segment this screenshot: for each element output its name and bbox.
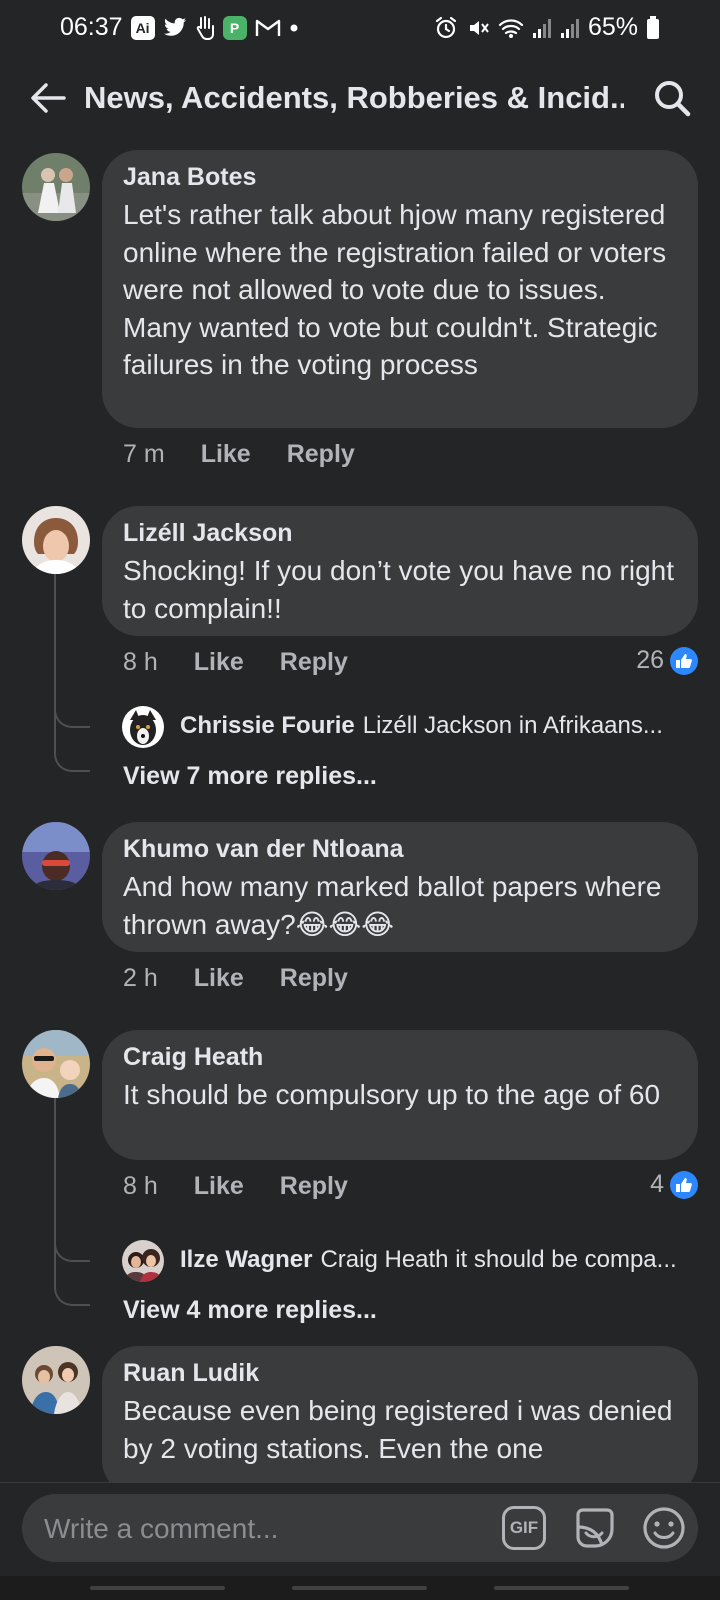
reply-preview[interactable]: Ilze Wagner Craig Heath it should be comp…	[180, 1246, 700, 1274]
thumbs-up-icon	[670, 1170, 698, 1199]
emoji-icon[interactable]	[642, 1506, 686, 1550]
thread-line	[54, 1098, 56, 1284]
thread-branch	[54, 750, 90, 772]
system-nav-bar	[0, 1576, 720, 1600]
nav-back-handle[interactable]	[494, 1586, 629, 1590]
reply-author[interactable]: Ilze Wagner	[180, 1246, 312, 1273]
comment-time[interactable]: 8 h	[123, 648, 158, 677]
thread-branch	[54, 1284, 90, 1306]
thumbs-up-icon	[670, 646, 698, 675]
comment-bubble[interactable]: Jana Botes Let's rather talk about hjow …	[102, 150, 698, 428]
comments-screen: 06:37 Ai P 65% News, Accidents, Robberie…	[0, 0, 720, 1600]
ai-icon: Ai	[130, 15, 155, 40]
reply-preview[interactable]: Chrissie Fourie Lizéll Jackson in Afrikaa…	[180, 712, 700, 740]
gmail-icon	[255, 18, 281, 38]
comment-actions: 7 m Like Reply	[123, 440, 391, 469]
laughing-emoji: 😂😂😂	[295, 908, 394, 940]
sticker-icon[interactable]	[572, 1505, 618, 1551]
comment-bubble[interactable]: Khumo van der Ntloana And how many marke…	[102, 822, 698, 952]
reaction-count[interactable]: 4	[650, 1170, 698, 1199]
battery-icon	[646, 15, 660, 40]
comment-actions: 8 h Like Reply	[123, 1172, 384, 1201]
comment-text: Shocking! If you don’t vote you have no …	[123, 555, 675, 624]
reply-text: Craig Heath it should be compa...	[320, 1246, 677, 1273]
page-title: News, Accidents, Robberies & Incid...	[84, 80, 624, 115]
comment-time[interactable]: 2 h	[123, 964, 158, 993]
reply-button[interactable]: Reply	[287, 440, 355, 469]
avatar[interactable]	[22, 506, 90, 574]
reply-button[interactable]: Reply	[280, 1172, 348, 1201]
reply-avatar[interactable]	[122, 1240, 164, 1282]
mute-icon	[466, 16, 490, 40]
comment-actions: 2 h Like Reply	[123, 964, 384, 993]
like-button[interactable]: Like	[201, 440, 251, 469]
comment-author[interactable]: Lizéll Jackson	[123, 518, 678, 548]
view-more-replies[interactable]: View 4 more replies...	[123, 1296, 377, 1325]
reaction-count-number: 26	[636, 646, 664, 674]
comment-time[interactable]: 7 m	[123, 440, 165, 469]
like-button[interactable]: Like	[194, 964, 244, 993]
reply-avatar[interactable]	[122, 706, 164, 748]
comment-bubble[interactable]: Ruan Ludik Because even being registered…	[102, 1346, 698, 1496]
status-bar: 06:37 Ai P 65%	[0, 0, 720, 55]
pushbullet-icon: P	[222, 15, 247, 40]
comment-author[interactable]: Khumo van der Ntloana	[123, 834, 678, 864]
reaction-count[interactable]: 26	[636, 646, 698, 675]
nav-home-handle[interactable]	[292, 1586, 427, 1590]
battery-percent: 65%	[587, 13, 638, 41]
avatar[interactable]	[22, 822, 90, 890]
comment-text: Let's rather talk about hjow many regist…	[123, 199, 667, 380]
hand-icon	[195, 15, 215, 40]
wifi-icon	[498, 17, 524, 39]
comment-input[interactable]	[42, 1510, 446, 1548]
comment-composer: GIF	[22, 1494, 698, 1562]
comment-author[interactable]: Craig Heath	[123, 1042, 678, 1072]
alarm-icon	[434, 16, 458, 40]
header: News, Accidents, Robberies & Incid...	[0, 62, 720, 134]
search-icon[interactable]	[652, 78, 692, 118]
avatar[interactable]	[22, 153, 90, 221]
thread-branch	[54, 1240, 90, 1262]
thread-line	[54, 574, 56, 750]
gif-icon[interactable]: GIF	[502, 1506, 546, 1550]
thread-branch	[54, 706, 90, 728]
twitter-icon	[163, 17, 187, 39]
comment-bubble[interactable]: Lizéll Jackson Shocking! If you don’t vo…	[102, 506, 698, 636]
avatar[interactable]	[22, 1030, 90, 1098]
reply-author[interactable]: Chrissie Fourie	[180, 712, 355, 739]
reply-button[interactable]: Reply	[280, 964, 348, 993]
back-arrow-icon[interactable]	[28, 78, 68, 118]
view-more-replies[interactable]: View 7 more replies...	[123, 762, 377, 791]
comment-time[interactable]: 8 h	[123, 1172, 158, 1201]
comment-author[interactable]: Ruan Ludik	[123, 1358, 678, 1388]
signal-icon	[532, 17, 552, 39]
comment-text: Because even being registered i was deni…	[123, 1395, 673, 1464]
comment-bubble[interactable]: Craig Heath It should be compulsory up t…	[102, 1030, 698, 1160]
signal-icon	[560, 17, 580, 39]
reaction-count-number: 4	[650, 1170, 664, 1198]
like-button[interactable]: Like	[194, 648, 244, 677]
comment-author[interactable]: Jana Botes	[123, 162, 678, 192]
avatar[interactable]	[22, 1346, 90, 1414]
status-time: 06:37	[60, 13, 123, 41]
nav-recent-handle[interactable]	[90, 1586, 225, 1590]
reply-button[interactable]: Reply	[280, 648, 348, 677]
reply-text: Lizéll Jackson in Afrikaans...	[362, 712, 663, 739]
comment-actions: 8 h Like Reply	[123, 648, 384, 677]
dot-icon	[289, 23, 299, 33]
like-button[interactable]: Like	[194, 1172, 244, 1201]
comment-text: It should be compulsory up to the age of…	[123, 1079, 661, 1110]
